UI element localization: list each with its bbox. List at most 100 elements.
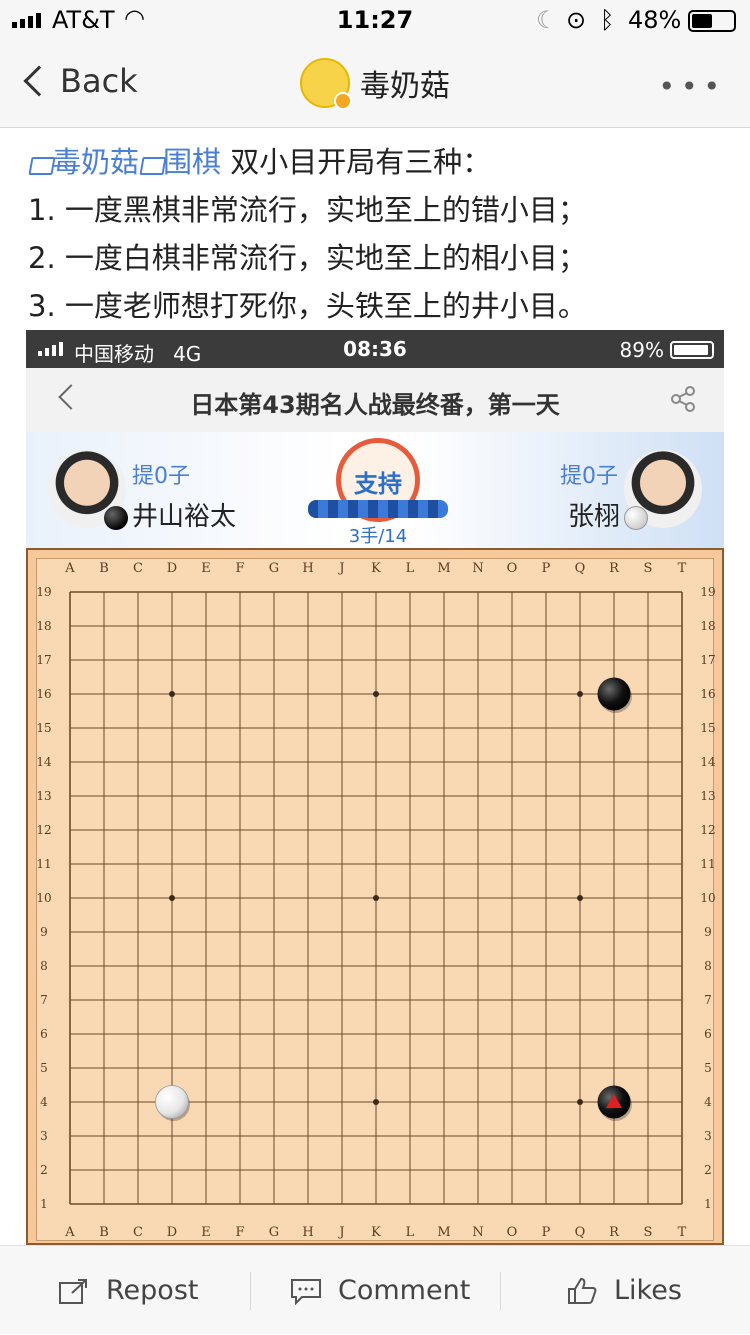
star-point: [373, 895, 379, 901]
row-label: 5: [704, 1061, 712, 1075]
bottom-action-bar: Repost Comment Likes: [0, 1245, 750, 1334]
go-board[interactable]: A A B B C C D D E E F F G G H H J J K K L L M M N N O O P P Q Q R R S S T T 19…: [26, 548, 724, 1245]
row-label: 10: [36, 891, 51, 905]
column-label: S: [644, 1225, 653, 1240]
thumbs-up-icon: [568, 1277, 597, 1304]
post-line-3: 3. 一度老师想打死你，头铁至上的井小目。: [28, 289, 587, 323]
column-label: H: [302, 1225, 313, 1240]
column-label: E: [201, 561, 211, 576]
column-label: L: [406, 1225, 415, 1240]
column-label: P: [542, 561, 551, 576]
column-label: S: [644, 561, 653, 576]
column-label: E: [201, 1225, 211, 1240]
bluetooth-icon: ᛒ: [600, 6, 615, 34]
row-label: 17: [700, 653, 715, 667]
back-button[interactable]: Back: [20, 62, 138, 100]
share-icon: [671, 386, 695, 412]
column-label: D: [167, 1225, 177, 1240]
wave-decoration: [308, 500, 448, 518]
topic-link-1[interactable]: 毒奶菇: [52, 145, 139, 179]
column-label: R: [609, 561, 620, 576]
comment-button[interactable]: Comment: [290, 1246, 470, 1335]
nav-bar: Back 毒奶菇 •••: [0, 40, 750, 128]
battery-percent: 48%: [628, 6, 682, 34]
status-bar: AT&T ◠ 11:27 ☾ ⊙ ᛒ 48%: [0, 0, 750, 40]
column-label: J: [337, 1225, 344, 1240]
column-label: C: [133, 561, 143, 576]
black-stone-icon: [104, 506, 128, 530]
column-label: R: [609, 1225, 620, 1240]
verified-badge-icon: [334, 92, 352, 110]
row-label: 11: [700, 857, 715, 871]
chevron-left-icon: [23, 65, 55, 97]
column-label: O: [507, 561, 518, 576]
column-label: T: [678, 561, 687, 576]
column-label: J: [337, 561, 344, 576]
row-label: 10: [700, 891, 715, 905]
white-player-name: 张栩: [567, 502, 620, 532]
players-panel: 提0子 井山裕太 支持 3手/14 提0子 张栩: [26, 432, 724, 548]
row-label: 5: [40, 1061, 48, 1075]
row-label: 6: [704, 1027, 712, 1041]
column-label: F: [235, 561, 244, 576]
topic-link-2[interactable]: 围棋: [163, 145, 221, 179]
post-line-intro: 毒奶菇 围棋 双小目开局有三种：: [28, 138, 728, 186]
column-label: T: [678, 1225, 687, 1240]
star-point: [577, 895, 583, 901]
row-label: 18: [700, 619, 715, 633]
move-counter: 3手/14: [348, 526, 408, 547]
row-label: 11: [36, 857, 51, 871]
column-label: P: [542, 1225, 551, 1240]
embedded-image[interactable]: 中国移动 4G 08:36 89% 日本第43期名人战最终番，第一天 提0子 井…: [26, 330, 724, 1245]
post-line-1: 1. 一度黑棋非常流行，实地至上的错小目；: [28, 193, 587, 227]
row-label: 7: [704, 993, 712, 1007]
nav-title[interactable]: 毒奶菇: [300, 58, 450, 110]
inner-title: 日本第43期名人战最终番，第一天: [190, 391, 560, 419]
row-label: 14: [36, 755, 52, 769]
column-label: N: [472, 1225, 483, 1240]
column-label: C: [133, 1225, 143, 1240]
column-label: M: [437, 1225, 450, 1240]
row-label: 9: [40, 925, 48, 939]
board-grid: AABBCCDDEEFFGGHHJJKKLLMMNNOOPPQQRRSSTT19…: [36, 561, 716, 1240]
column-label: A: [64, 1225, 75, 1240]
lock-rotation-icon: ⊙: [566, 6, 587, 34]
avatar: [300, 58, 352, 110]
row-label: 3: [704, 1129, 712, 1143]
post-intro: 双小目开局有三种：: [230, 145, 492, 179]
likes-button[interactable]: Likes: [566, 1246, 682, 1335]
column-label: B: [99, 1225, 109, 1240]
row-label: 15: [700, 721, 715, 735]
column-label: D: [167, 561, 177, 576]
row-label: 12: [700, 823, 715, 837]
row-label: 12: [36, 823, 51, 837]
star-point: [577, 691, 583, 697]
row-label: 1: [704, 1197, 712, 1211]
column-label: G: [269, 561, 279, 576]
column-label: O: [507, 1225, 518, 1240]
star-point: [169, 895, 175, 901]
repost-label: Repost: [106, 1275, 199, 1306]
white-stone-icon: [624, 506, 648, 530]
column-label: Q: [575, 1225, 586, 1240]
row-label: 17: [36, 653, 51, 667]
row-label: 18: [36, 619, 51, 633]
black-stone: [597, 677, 631, 711]
repost-icon: [59, 1278, 87, 1304]
support-badge[interactable]: 支持 3手/14: [308, 438, 448, 547]
row-label: 6: [40, 1027, 48, 1041]
black-captures: 提0子: [132, 464, 190, 489]
row-label: 2: [704, 1163, 712, 1177]
repost-button[interactable]: Repost: [58, 1246, 198, 1335]
row-label: 19: [700, 585, 715, 599]
comment-label: Comment: [338, 1275, 471, 1306]
more-button[interactable]: •••: [658, 70, 726, 103]
row-label: 1: [40, 1197, 48, 1211]
row-label: 13: [700, 789, 715, 803]
inner-battery-percent: 89%: [619, 338, 664, 362]
column-label: Q: [575, 561, 586, 576]
column-label: K: [371, 1225, 381, 1240]
inner-title-bar: 日本第43期名人战最终番，第一天: [26, 368, 724, 432]
column-label: L: [406, 561, 415, 576]
inner-battery-icon: [670, 341, 714, 359]
